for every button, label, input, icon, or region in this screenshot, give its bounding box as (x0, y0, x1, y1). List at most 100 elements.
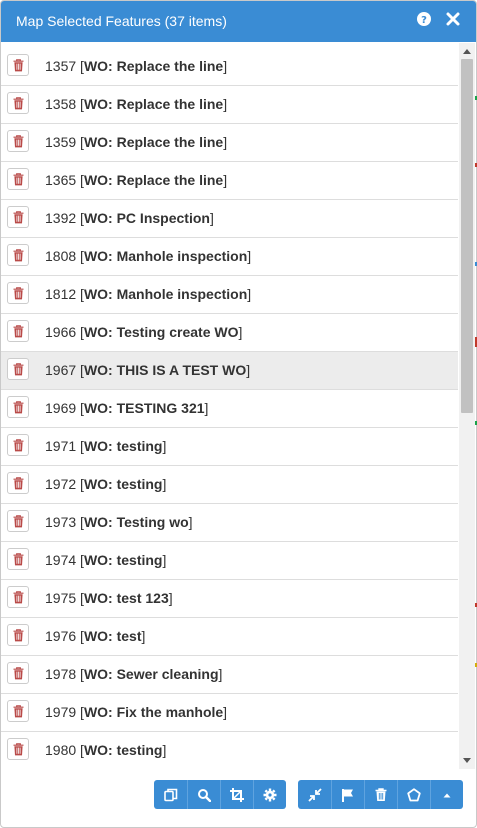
delete-row-button[interactable] (7, 700, 29, 722)
trash-icon (13, 514, 24, 528)
trash-icon (13, 438, 24, 452)
more-dropdown-button[interactable] (430, 780, 463, 809)
work-order-label: WO: Replace the line (83, 96, 224, 112)
delete-all-button[interactable] (364, 780, 397, 809)
feature-label[interactable]: 1812 [WO: Manhole inspection] (45, 286, 251, 302)
feature-row[interactable]: 1975 [WO: test 123] (1, 580, 458, 618)
toolbar-left-group (154, 780, 286, 809)
trash-icon (13, 134, 24, 148)
feature-row[interactable]: 1359 [WO: Replace the line] (1, 124, 458, 162)
delete-row-button[interactable] (7, 472, 29, 494)
delete-row-button[interactable] (7, 510, 29, 532)
feature-id: 1812 (45, 286, 77, 302)
feature-row[interactable]: 1357 [WO: Replace the line] (1, 48, 458, 86)
delete-row-button[interactable] (7, 54, 29, 76)
delete-row-button[interactable] (7, 662, 29, 684)
flag-button[interactable] (331, 780, 364, 809)
feature-label[interactable]: 1979 [WO: Fix the manhole] (45, 704, 227, 720)
feature-label[interactable]: 1975 [WO: test 123] (45, 590, 173, 606)
feature-row[interactable]: 1392 [WO: PC Inspection] (1, 200, 458, 238)
delete-row-button[interactable] (7, 130, 29, 152)
work-order-label: WO: Replace the line (83, 58, 224, 74)
feature-row[interactable]: 1966 [WO: Testing create WO] (1, 314, 458, 352)
feature-label[interactable]: 1971 [WO: testing] (45, 438, 166, 454)
feature-label[interactable]: 1358 [WO: Replace the line] (45, 96, 227, 112)
zoom-to-button[interactable] (187, 780, 220, 809)
delete-row-button[interactable] (7, 282, 29, 304)
scroll-up-arrow-icon[interactable] (463, 47, 471, 55)
copy-button[interactable] (154, 780, 187, 809)
flag-icon (342, 788, 353, 802)
feature-label[interactable]: 1359 [WO: Replace the line] (45, 134, 227, 150)
feature-row[interactable]: 1967 [WO: THIS IS A TEST WO] (1, 352, 458, 390)
feature-id: 1972 (45, 476, 77, 492)
gear-icon (263, 788, 277, 801)
feature-id: 1359 (45, 134, 77, 150)
feature-label[interactable]: 1972 [WO: testing] (45, 476, 166, 492)
feature-row[interactable]: 1974 [WO: testing] (1, 542, 458, 580)
delete-row-button[interactable] (7, 244, 29, 266)
feature-row[interactable]: 1978 [WO: Sewer cleaning] (1, 656, 458, 694)
crop-button[interactable] (220, 780, 253, 809)
feature-label[interactable]: 1967 [WO: THIS IS A TEST WO] (45, 362, 250, 378)
delete-row-button[interactable] (7, 206, 29, 228)
feature-row[interactable]: 1971 [WO: testing] (1, 428, 458, 466)
delete-row-button[interactable] (7, 548, 29, 570)
delete-row-button[interactable] (7, 168, 29, 190)
feature-label[interactable]: 1392 [WO: PC Inspection] (45, 210, 214, 226)
feature-label[interactable]: 1969 [WO: TESTING 321] (45, 400, 208, 416)
feature-row[interactable]: 1365 [WO: Replace the line] (1, 162, 458, 200)
feature-label[interactable]: 1978 [WO: Sewer cleaning] (45, 666, 222, 682)
feature-row[interactable]: 1812 [WO: Manhole inspection] (1, 276, 458, 314)
feature-label[interactable]: 1976 [WO: test] (45, 628, 145, 644)
feature-id: 1357 (45, 58, 77, 74)
close-icon[interactable] (445, 11, 461, 27)
feature-label[interactable]: 1808 [WO: Manhole inspection] (45, 248, 251, 264)
trash-icon (13, 248, 24, 262)
collapse-button[interactable] (298, 780, 331, 809)
feature-row[interactable]: 1973 [WO: Testing wo] (1, 504, 458, 542)
scrollbar[interactable] (459, 43, 475, 769)
feature-row[interactable]: 1980 [WO: testing] (1, 732, 458, 768)
work-order-label: WO: Testing wo (83, 514, 189, 530)
delete-row-button[interactable] (7, 396, 29, 418)
delete-row-button[interactable] (7, 320, 29, 342)
feature-row[interactable]: 1979 [WO: Fix the manhole] (1, 694, 458, 732)
delete-row-button[interactable] (7, 624, 29, 646)
feature-label[interactable]: 1365 [WO: Replace the line] (45, 172, 227, 188)
feature-id: 1974 (45, 552, 77, 568)
trash-icon (13, 96, 24, 110)
feature-label[interactable]: 1966 [WO: Testing create WO] (45, 324, 242, 340)
polygon-select-button[interactable] (397, 780, 430, 809)
feature-id: 1971 (45, 438, 77, 454)
settings-button[interactable] (253, 780, 286, 809)
feature-row[interactable]: 1358 [WO: Replace the line] (1, 86, 458, 124)
feature-row[interactable]: 1808 [WO: Manhole inspection] (1, 238, 458, 276)
feature-label[interactable]: 1357 [WO: Replace the line] (45, 58, 227, 74)
help-icon[interactable]: ? (416, 11, 432, 27)
delete-row-button[interactable] (7, 738, 29, 760)
feature-label[interactable]: 1974 [WO: testing] (45, 552, 166, 568)
feature-label[interactable]: 1980 [WO: testing] (45, 742, 166, 758)
feature-row[interactable]: 1969 [WO: TESTING 321] (1, 390, 458, 428)
delete-row-button[interactable] (7, 358, 29, 380)
feature-list: 1357 [WO: Replace the line] 1358 [WO: Rep… (1, 48, 458, 768)
feature-id: 1973 (45, 514, 77, 530)
work-order-label: WO: THIS IS A TEST WO (83, 362, 247, 378)
scroll-down-arrow-icon[interactable] (463, 757, 471, 765)
caret-up-icon (443, 793, 451, 797)
feature-label[interactable]: 1973 [WO: Testing wo] (45, 514, 193, 530)
crop-icon (230, 787, 244, 802)
trash-icon (13, 666, 24, 680)
work-order-label: WO: Manhole inspection (83, 286, 248, 302)
delete-row-button[interactable] (7, 92, 29, 114)
copy-icon (163, 788, 177, 801)
feature-id: 1365 (45, 172, 77, 188)
work-order-label: WO: Testing create WO (83, 324, 239, 340)
delete-row-button[interactable] (7, 434, 29, 456)
delete-row-button[interactable] (7, 586, 29, 608)
work-order-label: WO: testing (83, 438, 163, 454)
feature-row[interactable]: 1972 [WO: testing] (1, 466, 458, 504)
feature-row[interactable]: 1976 [WO: test] (1, 618, 458, 656)
scrollbar-thumb[interactable] (461, 59, 473, 413)
